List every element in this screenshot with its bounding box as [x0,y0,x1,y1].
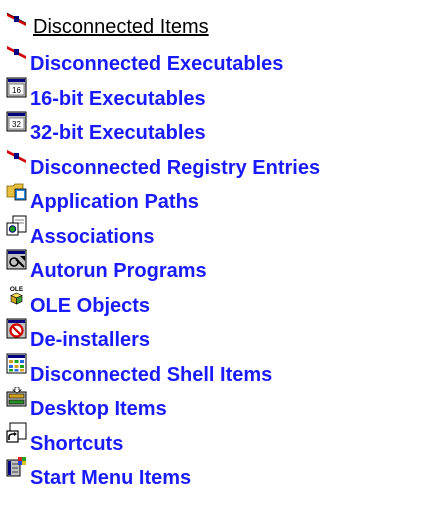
32-bit-window-icon: 32 [6,111,27,132]
list-item-ole-objects[interactable]: OLE OLE Objects [6,281,436,317]
deinstall-prohibited-icon [6,318,27,339]
list-item-application-paths[interactable]: Application Paths [6,177,436,213]
list-item-associations[interactable]: Associations [6,212,436,248]
section-header: Disconnected Items [6,6,436,39]
list-item-label[interactable]: Associations [30,226,154,248]
list-item-16-bit-executables[interactable]: 16 16-bit Executables [6,74,436,110]
disconnected-plug-icon [6,9,27,30]
svg-text:32: 32 [12,120,21,129]
shortcut-arrow-icon [6,422,27,443]
list-item-de-installers[interactable]: De-installers [6,315,436,351]
list-item-32-bit-executables[interactable]: 32 32-bit Executables [6,108,436,144]
list-item-label[interactable]: Autorun Programs [30,260,207,282]
application-folder-icon [6,180,27,201]
svg-text:16: 16 [12,86,21,95]
desktop-items-icon [6,387,27,408]
list-item-label[interactable]: Disconnected Registry Entries [30,157,320,179]
section-title: Disconnected Items [33,16,209,38]
list-item-label[interactable]: Desktop Items [30,398,167,420]
list-item-disconnected-registry-entries[interactable]: Disconnected Registry Entries [6,143,436,179]
list-item-desktop-items[interactable]: Desktop Items [6,384,436,420]
list-item-label[interactable]: 32-bit Executables [30,122,206,144]
disconnected-plug-icon [6,146,27,167]
autorun-icon [6,249,27,270]
list-item-label[interactable]: 16-bit Executables [30,88,206,110]
list-item-label[interactable]: OLE Objects [30,295,150,317]
list-item-start-menu-items[interactable]: Start Menu Items [6,453,436,489]
shell-grid-icon [6,353,27,374]
associations-document-icon [6,215,27,236]
list-item-label[interactable]: Shortcuts [30,433,123,455]
start-menu-icon [6,456,27,477]
list-item-disconnected-shell-items[interactable]: Disconnected Shell Items [6,350,436,386]
list-item-disconnected-executables[interactable]: Disconnected Executables [6,39,436,75]
list-item-shortcuts[interactable]: Shortcuts [6,419,436,455]
list-item-autorun-programs[interactable]: Autorun Programs [6,246,436,282]
16-bit-window-icon: 16 [6,77,27,98]
disconnected-plug-icon [6,42,27,63]
list-item-label[interactable]: Start Menu Items [30,467,191,489]
ole-cube-icon: OLE [6,284,27,305]
list-item-label[interactable]: Application Paths [30,191,199,213]
list-item-label[interactable]: De-installers [30,329,150,351]
list-item-label[interactable]: Disconnected Shell Items [30,364,272,386]
list-item-label[interactable]: Disconnected Executables [30,53,283,75]
svg-text:OLE: OLE [10,286,24,293]
disconnected-items-list: Disconnected Items Disconnected Executab… [6,6,436,489]
